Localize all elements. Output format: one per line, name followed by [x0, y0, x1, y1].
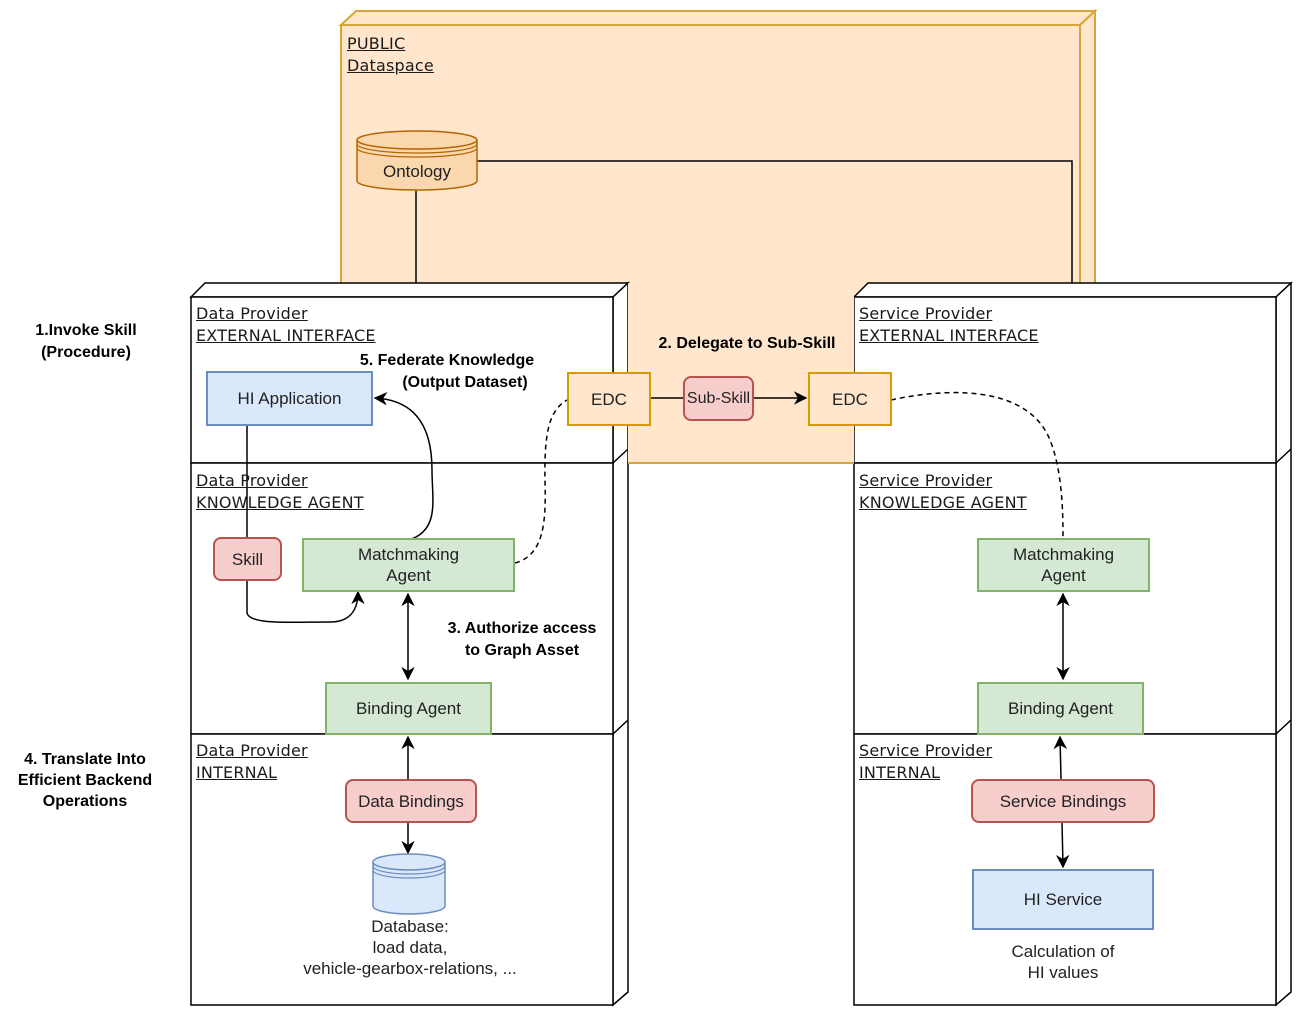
sp-bindings-to-binding-arrow	[1053, 735, 1068, 780]
sp-external-title: Service Provider EXTERNAL INTERFACE	[859, 303, 1039, 347]
hi-service-caption-line2: HI values	[1027, 963, 1099, 982]
data-bindings-node[interactable]: Data Bindings	[345, 779, 477, 823]
hi-service-caption-line1: Calculation of	[1011, 942, 1115, 961]
database-caption: Database: load data, vehicle-gearbox-rel…	[270, 916, 550, 979]
dp-external-line1: Data Provider	[196, 304, 308, 323]
step1-line1: 1.Invoke Skill	[35, 322, 137, 339]
dp-edc-node[interactable]: EDC	[567, 372, 651, 426]
dp-internal-line1: Data Provider	[196, 741, 308, 760]
sp-knowledge-title: Service Provider KNOWLEDGE AGENT	[859, 470, 1027, 514]
hi-service-caption: Calculation of HI values	[963, 941, 1163, 983]
public-title-line2: Dataspace	[347, 56, 434, 75]
dp-matchmaking-agent-label: Matchmaking Agent	[357, 545, 460, 585]
database-cylinder-icon	[372, 853, 446, 915]
step3-line2: to Graph Asset	[464, 642, 580, 659]
step2-label: 2. Delegate to Sub-Skill	[658, 335, 836, 352]
dp-external-line2: EXTERNAL INTERFACE	[196, 326, 376, 345]
skill-node[interactable]: Skill	[213, 537, 282, 581]
sp-external-line1: Service Provider	[859, 304, 993, 323]
step3-label: 3. Authorize access to Graph Asset	[428, 618, 616, 662]
dp-knowledge-line1: Data Provider	[196, 471, 308, 490]
database-caption-line1: Database:	[371, 917, 449, 936]
sp-knowledge-line2: KNOWLEDGE AGENT	[859, 493, 1027, 512]
public-title-line1: PUBLIC	[347, 34, 406, 53]
dp-knowledge-title: Data Provider KNOWLEDGE AGENT	[196, 470, 364, 514]
step3-line1: 3. Authorize access	[447, 620, 597, 637]
step5-label: 5. Federate Knowledge (Output Dataset)	[340, 350, 554, 394]
ontology-label: Ontology	[382, 162, 452, 181]
sp-internal-line1: Service Provider	[859, 741, 993, 760]
database-caption-line2: load data,	[372, 938, 448, 957]
sp-matchmaking-agent-node[interactable]: Matchmaking Agent	[977, 538, 1150, 592]
sp-internal-title: Service Provider INTERNAL	[859, 740, 992, 784]
sp-bindings-to-hiservice-arrow	[1055, 821, 1070, 869]
sp-matchmaking-agent-label: Matchmaking Agent	[1012, 545, 1115, 585]
step5-line1: 5. Federate Knowledge	[359, 352, 535, 369]
service-bindings-node[interactable]: Service Bindings	[971, 779, 1155, 823]
dp-external-title: Data Provider EXTERNAL INTERFACE	[196, 303, 376, 347]
step1-label: 1.Invoke Skill (Procedure)	[0, 320, 172, 364]
sp-external-line2: EXTERNAL INTERFACE	[859, 326, 1039, 345]
step5-line2: (Output Dataset)	[402, 374, 528, 391]
step4-line2: Efficient Backend	[17, 772, 153, 789]
sp-knowledge-line1: Service Provider	[859, 471, 993, 490]
sub-skill-node[interactable]: Sub-Skill	[683, 376, 754, 421]
step1-line2: (Procedure)	[41, 344, 131, 361]
dp-internal-line2: INTERNAL	[196, 763, 278, 782]
sp-binding-agent-node[interactable]: Binding Agent	[977, 682, 1144, 735]
sp-edc-node[interactable]: EDC	[808, 372, 892, 426]
database-caption-line3: vehicle-gearbox-relations, ...	[303, 959, 517, 978]
step4-line3: Operations	[42, 793, 128, 810]
dp-knowledge-line2: KNOWLEDGE AGENT	[196, 493, 364, 512]
step4-label: 4. Translate Into Efficient Backend Oper…	[0, 749, 170, 812]
step4-line1: 4. Translate Into	[24, 751, 146, 768]
public-dataspace-title: PUBLIC Dataspace	[347, 33, 434, 77]
diagram-canvas	[189, 8, 1293, 1007]
dp-matchmaking-agent-node[interactable]: Matchmaking Agent	[302, 538, 515, 592]
hi-service-node[interactable]: HI Service	[972, 869, 1154, 930]
dp-internal-title: Data Provider INTERNAL	[196, 740, 308, 784]
dp-binding-agent-node[interactable]: Binding Agent	[325, 682, 492, 735]
